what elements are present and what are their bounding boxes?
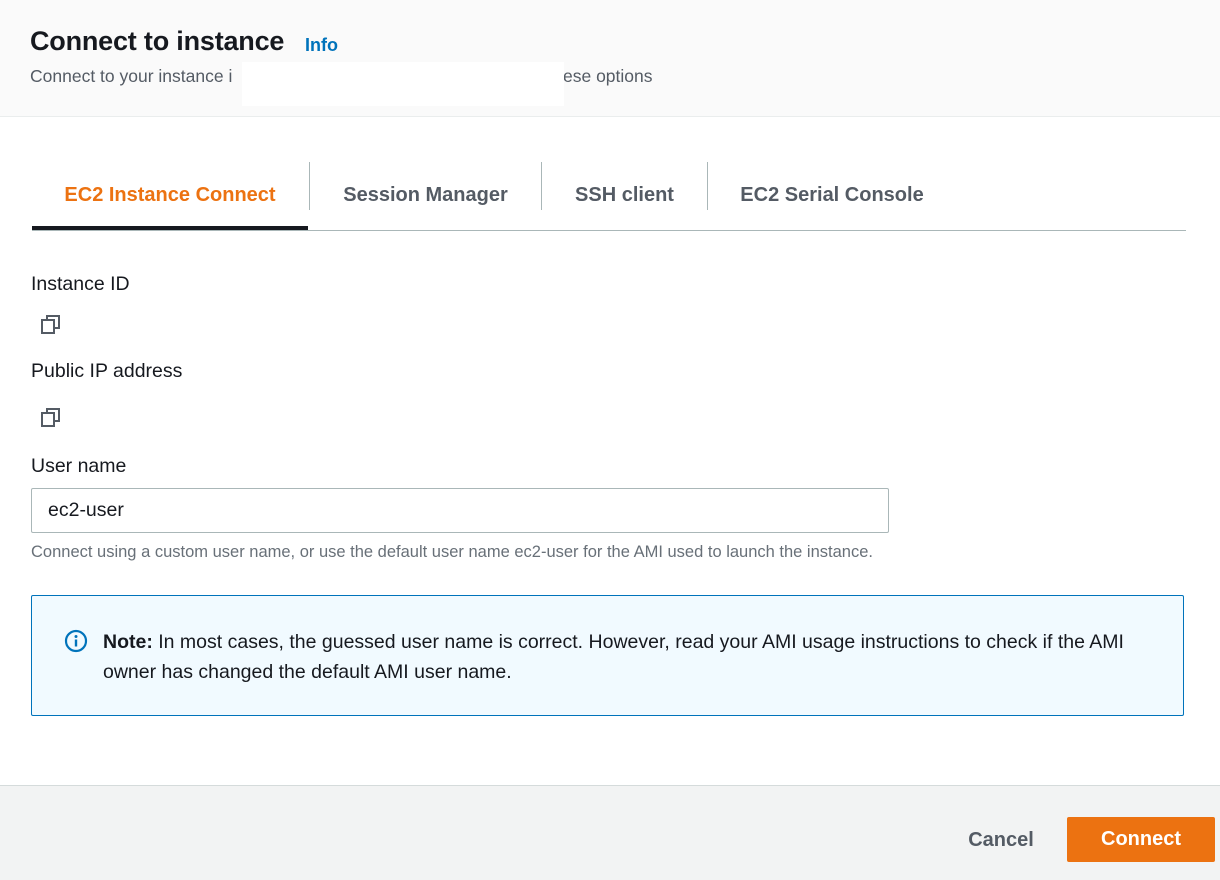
- connection-method-tabs: EC2 Instance Connect Session Manager SSH…: [32, 160, 1186, 231]
- instance-id-label: Instance ID: [31, 273, 130, 295]
- active-tab-indicator: [32, 226, 308, 230]
- page-subtitle-end: ese options: [563, 66, 653, 86]
- page-header: Connect to instance Info Connect to your…: [0, 0, 1220, 117]
- info-link[interactable]: Info: [305, 35, 338, 56]
- note-alert: Note: In most cases, the guessed user na…: [31, 595, 1184, 716]
- redacted-area: [242, 62, 564, 106]
- copy-icon[interactable]: [39, 406, 63, 430]
- tab-session-manager[interactable]: Session Manager: [310, 160, 541, 230]
- user-name-hint: Connect using a custom user name, or use…: [31, 543, 873, 561]
- user-name-label: User name: [31, 455, 127, 477]
- info-circle-icon: [64, 629, 88, 653]
- tab-ec2-serial-console[interactable]: EC2 Serial Console: [708, 160, 956, 230]
- cancel-button[interactable]: Cancel: [950, 818, 1052, 862]
- note-body: In most cases, the guessed user name is …: [103, 631, 1124, 683]
- tab-ec2-instance-connect[interactable]: EC2 Instance Connect: [32, 160, 308, 230]
- copy-icon[interactable]: [39, 313, 63, 337]
- connect-to-instance-page: Connect to instance Info Connect to your…: [0, 0, 1220, 880]
- note-text: Note: In most cases, the guessed user na…: [103, 627, 1163, 687]
- user-name-input[interactable]: [31, 488, 889, 533]
- page-subtitle: Connect to your instance i: [30, 66, 233, 86]
- connect-button[interactable]: Connect: [1067, 817, 1215, 862]
- page-title: Connect to instance: [30, 26, 285, 56]
- note-prefix: Note:: [103, 631, 153, 653]
- tab-ssh-client[interactable]: SSH client: [542, 160, 707, 230]
- public-ip-label: Public IP address: [31, 360, 183, 382]
